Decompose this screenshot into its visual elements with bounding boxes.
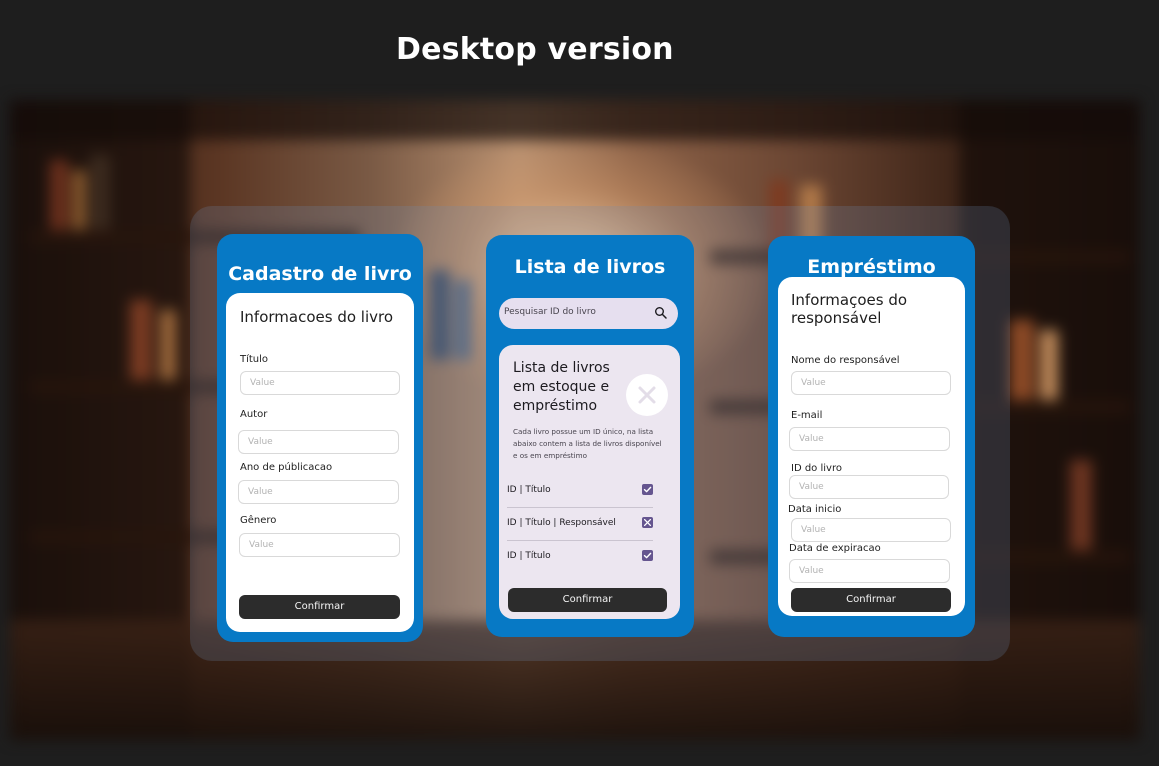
confirm-button[interactable]: Confirmar: [791, 588, 951, 612]
checkbox-checked[interactable]: [642, 550, 653, 561]
genero-input[interactable]: Value: [239, 533, 400, 557]
list-item[interactable]: ID | Título | Responsável: [507, 508, 653, 541]
list-item[interactable]: ID | Título: [507, 541, 653, 573]
field-label-id-livro: ID do livro: [791, 463, 842, 474]
nome-responsavel-input[interactable]: Value: [791, 371, 951, 395]
data-expiracao-input[interactable]: Value: [789, 559, 950, 583]
search-icon[interactable]: [654, 306, 668, 320]
field-label-ano: Ano de públicacao: [240, 462, 333, 473]
checkbox-crossed[interactable]: [642, 517, 653, 528]
list-title: Lista de livros em estoque e empréstimo: [513, 360, 610, 414]
search-input[interactable]: Pesquisar ID do livro: [504, 307, 596, 317]
page: Desktop version Cadastro de livro Inform…: [0, 0, 1159, 766]
confirm-button[interactable]: Confirmar: [508, 588, 667, 612]
card-emprestimo: Empréstimo Informaçoes do responsável No…: [768, 236, 975, 637]
card-title: Cadastro de livro: [228, 263, 412, 285]
list-description: Cada livro possue um ID único, na lista …: [513, 427, 662, 460]
book-list-panel: Lista de livros em estoque e empréstimo …: [499, 345, 680, 619]
check-icon: [643, 486, 652, 493]
list-item-label: ID | Título: [507, 551, 551, 561]
card-title: Empréstimo: [807, 256, 936, 278]
form-panel: Informacoes do livro Título Value Autor …: [226, 293, 414, 632]
page-title: Desktop version: [396, 32, 674, 67]
field-label-nome: Nome do responsável: [791, 355, 900, 366]
check-icon: [643, 552, 652, 559]
field-label-email: E-mail: [791, 410, 823, 421]
field-label-data-expiracao: Data de expiracao: [789, 543, 881, 554]
search-bar[interactable]: Pesquisar ID do livro: [499, 298, 678, 329]
card-lista-livros: Lista de livros Pesquisar ID do livro Li…: [486, 235, 694, 637]
field-label-autor: Autor: [240, 409, 268, 420]
field-label-titulo: Título: [240, 354, 269, 365]
field-label-genero: Gênero: [240, 515, 277, 526]
card-cadastro-livro: Cadastro de livro Informacoes do livro T…: [217, 234, 423, 642]
data-inicio-input[interactable]: Value: [791, 518, 951, 542]
section-title: Informacoes do livro: [240, 308, 394, 326]
cross-icon: [643, 518, 652, 527]
section-title: Informaçoes do responsável: [791, 291, 908, 327]
form-panel: Informaçoes do responsável Nome do respo…: [778, 277, 965, 616]
list-item-label: ID | Título | Responsável: [507, 518, 616, 528]
titulo-input[interactable]: Value: [240, 371, 400, 395]
close-icon: [638, 386, 656, 404]
field-label-data-inicio: Data inicio: [788, 504, 842, 515]
confirm-button[interactable]: Confirmar: [239, 595, 400, 619]
list-item-label: ID | Título: [507, 485, 551, 495]
list-item[interactable]: ID | Título: [507, 475, 653, 508]
id-livro-input[interactable]: Value: [789, 475, 949, 499]
close-button[interactable]: [626, 374, 668, 416]
email-field[interactable]: Value: [789, 427, 950, 451]
ano-publicacao-input[interactable]: Value: [238, 480, 399, 504]
autor-input[interactable]: Value: [238, 430, 399, 454]
checkbox-checked[interactable]: [642, 484, 653, 495]
card-title: Lista de livros: [514, 256, 666, 278]
